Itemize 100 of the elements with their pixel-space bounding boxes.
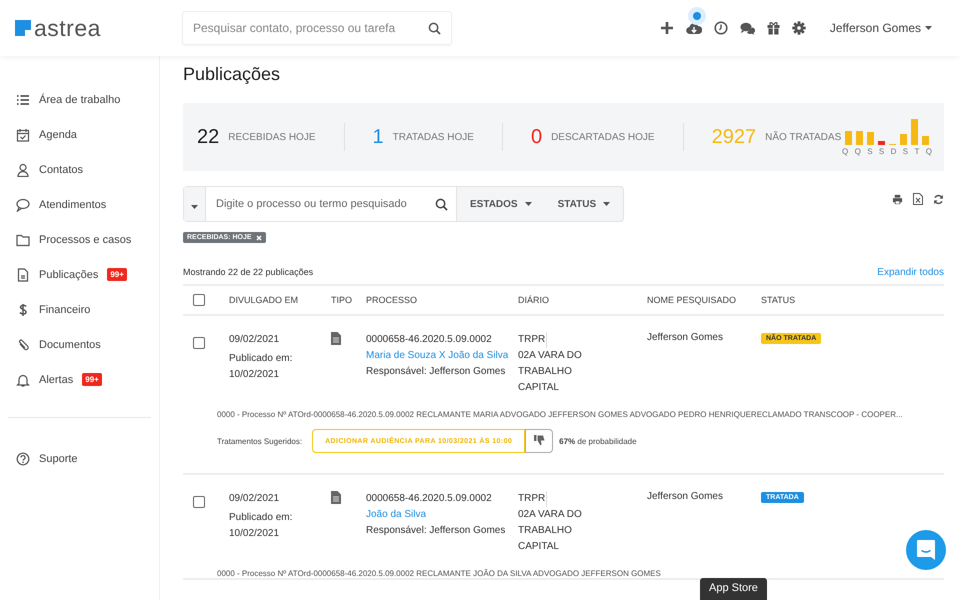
page-title: Publicações: [183, 64, 282, 85]
publication-excerpt: 0000 - Processo Nº ATOrd-0000658-46.2020.5.09.0002 RECLAMANTE JOÃO DA SILVA ADVOGADO JEFFERSON GOMES: [217, 569, 662, 578]
logo-text: astrea: [34, 16, 101, 40]
column-header: PROCESSO: [366, 295, 418, 305]
weekday-label: D: [890, 147, 896, 156]
table-cell-text: 10/02/2021: [229, 527, 280, 541]
help-icon: [16, 452, 30, 466]
row-checkbox[interactable]: [193, 337, 205, 349]
sidebar-item[interactable]: Atendimentos: [0, 187, 159, 222]
caret-icon: [191, 204, 198, 208]
dislike-button[interactable]: [525, 429, 554, 453]
caret-icon: [925, 26, 932, 30]
folder-icon: [16, 232, 30, 246]
speech-bubble-icon: [16, 198, 30, 212]
results-count: Mostrando 22 de 22 publicações: [183, 267, 314, 278]
table-cell-text: Publicado em:: [229, 511, 294, 525]
row-checkbox[interactable]: [193, 496, 205, 508]
table-cell-text: Responsável: Jefferson Gomes: [366, 524, 506, 538]
select-all-checkbox[interactable]: [193, 294, 205, 306]
sidebar-item[interactable]: Agenda: [0, 117, 159, 152]
sidebar-item[interactable]: Contatos: [0, 152, 159, 187]
stat-value: 2927: [712, 126, 756, 148]
suggestion-label: Tratamentos Sugeridos:: [217, 436, 302, 446]
list-icon: [16, 92, 30, 106]
stat-label: DESCARTADAS HOJE: [551, 132, 655, 142]
tooltip: App Store: [700, 578, 767, 600]
publication-excerpt: 0000 - Processo Nº ATOrd-0000658-46.2020.5.09.0002 RECLAMANTE MARIA ADVOGADO JEFFERSON GOMES ADVOGADO PEDRO HENRIQUERECLAMADO TRANSCOOP - COOPER...: [217, 410, 904, 419]
chat-icon: [916, 539, 936, 561]
filter-dropdown[interactable]: ESTADOS: [457, 187, 545, 221]
table-cell: Jefferson Gomes: [647, 491, 723, 502]
sidebar-item[interactable]: Documentos: [0, 327, 159, 362]
cloud-download-icon[interactable]: [686, 22, 702, 34]
stat-label: TRATADAS HOJE: [392, 132, 474, 142]
plus-icon[interactable]: [660, 21, 674, 35]
sidebar-item[interactable]: Financeiro: [0, 292, 159, 327]
stat-label: NÃO TRATADAS: [765, 132, 842, 142]
caret-icon: [524, 202, 532, 206]
close-icon[interactable]: [256, 234, 262, 240]
stat-value: 0: [530, 126, 542, 148]
sidebar-item[interactable]: Suporte: [0, 441, 159, 476]
print-icon[interactable]: [892, 194, 903, 204]
sidebar-item[interactable]: Área de trabalho: [0, 82, 159, 117]
table-cell-text: Publicado em:: [229, 352, 294, 366]
table-cell: TRPR: [518, 491, 547, 507]
calendar-icon: [16, 128, 30, 142]
filter-dropdown[interactable]: STATUS: [544, 187, 624, 221]
column-header: NOME PESQUISADO: [647, 295, 738, 305]
weekday-label: Q: [926, 147, 932, 156]
search-input[interactable]: Pesquisar contato, processo ou tarefa: [191, 20, 428, 36]
search-field[interactable]: Digite o processo ou termo pesquisado: [206, 187, 457, 221]
settings-icon[interactable]: [792, 21, 806, 35]
column-header: TIPO: [331, 295, 354, 305]
refresh-icon[interactable]: [933, 194, 944, 204]
caret-icon: [603, 202, 610, 206]
search-field[interactable]: Pesquisar contato, processo ou tarefa: [182, 11, 452, 45]
table-cell-text: 09/02/2021: [229, 492, 280, 506]
table-cell-text: 0000658-46.2020.5.09.0002: [366, 333, 493, 347]
search-icon[interactable]: [435, 198, 448, 210]
column-header: DIVULGADO EM: [229, 295, 300, 305]
chat-launcher-button[interactable]: [906, 530, 946, 570]
table-cell-text: 02A VARA DO TRABALHO CAPITAL: [518, 349, 583, 395]
table-cell: TRPR: [518, 332, 547, 348]
person-icon: [16, 162, 30, 176]
bell-icon: [16, 372, 30, 386]
weekday-label: Q: [854, 147, 861, 156]
clock-icon[interactable]: [714, 21, 728, 35]
weekday-label: T: [914, 147, 920, 156]
chat-icon[interactable]: [740, 22, 755, 34]
logo-icon: [15, 20, 31, 36]
column-header: STATUS: [761, 295, 796, 305]
count-badge: 99+: [82, 373, 102, 386]
probability-text: 67% de probabilidade: [559, 436, 637, 446]
search-icon[interactable]: [428, 22, 441, 34]
gift-icon[interactable]: [766, 21, 780, 35]
document-icon: [331, 332, 341, 345]
table-cell-text: Responsável: Jefferson Gomes: [366, 365, 506, 379]
document-icon: [16, 268, 30, 282]
weekday-label: S: [878, 147, 884, 156]
spreadsheet-icon[interactable]: [913, 193, 923, 205]
sidebar-item[interactable]: Publicações 99+: [0, 257, 159, 292]
count-badge: 99+: [107, 268, 127, 281]
weekday-label: Q: [842, 147, 848, 156]
sidebar-item[interactable]: Alertas 99+: [0, 362, 159, 397]
table-cell-text: 10/02/2021: [229, 368, 280, 382]
stat-label: RECEBIDAS HOJE: [228, 132, 316, 142]
user-menu[interactable]: Jefferson Gomes: [830, 21, 932, 35]
sidebar-item[interactable]: Processos e casos: [0, 222, 159, 257]
table-cell-text: 02A VARA DO TRABALHO CAPITAL: [518, 508, 583, 554]
table-cell-text: 0000658-46.2020.5.09.0002: [366, 492, 493, 506]
thumbs-down-icon: [534, 434, 545, 446]
table-cell: Jefferson Gomes: [647, 332, 723, 343]
document-icon: [331, 491, 341, 504]
stat-value: 22: [197, 126, 220, 148]
paperclip-icon: [16, 338, 30, 352]
stat-value: 1: [372, 126, 384, 148]
search-input[interactable]: Digite o processo ou termo pesquisado: [214, 197, 435, 211]
table-cell-text: 09/02/2021: [229, 333, 280, 347]
column-header: DIÁRIO: [518, 295, 550, 305]
weekday-label: S: [902, 147, 908, 156]
weekday-label: S: [867, 147, 873, 156]
